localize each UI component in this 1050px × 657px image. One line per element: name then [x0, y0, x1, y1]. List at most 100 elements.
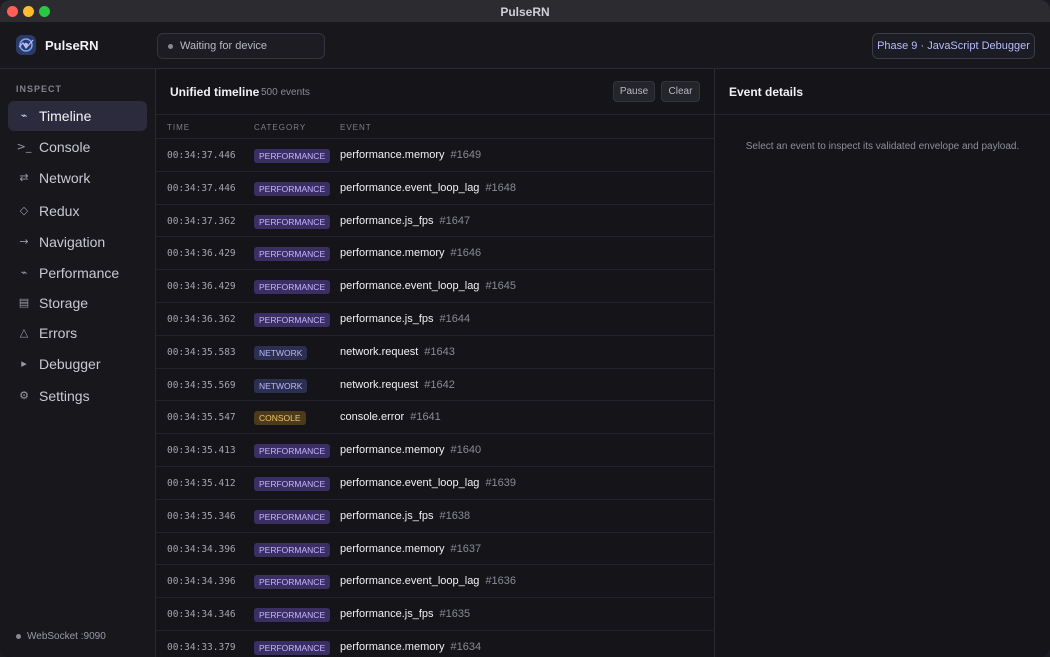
event-cell: performance.memory #1640 — [340, 444, 481, 456]
table-row[interactable]: 00:34:36.429 PERFORMANCE performance.event… — [156, 270, 715, 303]
event-time: 00:34:34.396 — [167, 576, 236, 588]
timeline-rows: 00:34:37.446 PERFORMANCE performance.memor… — [156, 139, 715, 657]
warning-icon: △ — [19, 326, 29, 339]
event-time: 00:34:35.346 — [167, 510, 236, 522]
event-cell: performance.memory #1637 — [340, 543, 481, 555]
event-cell: performance.js_fps #1635 — [340, 608, 470, 620]
table-row[interactable]: 00:34:36.362 PERFORMANCE performance.js_fp… — [156, 303, 715, 336]
details-title: Event details — [729, 85, 804, 99]
divider — [715, 114, 1050, 115]
sidebar-item-label: Timeline — [39, 108, 92, 124]
event-id: #1634 — [450, 640, 482, 653]
event-id: #1640 — [450, 444, 482, 457]
sidebar-item-label: Redux — [39, 203, 80, 219]
sidebar-item-label: Network — [39, 170, 91, 186]
device-status[interactable]: Waiting for device — [157, 33, 325, 59]
event-time: 00:34:36.429 — [167, 248, 236, 260]
arrows-icon: ⇄ — [19, 171, 29, 184]
event-name: performance.js_fps — [340, 608, 434, 621]
pulse-icon: ⌁ — [20, 109, 28, 122]
pause-button[interactable]: Pause — [613, 81, 655, 102]
table-row[interactable]: 00:34:37.362 PERFORMANCE performance.js_fp… — [156, 205, 715, 238]
table-row[interactable]: 00:34:35.413 PERFORMANCE performance.memor… — [156, 434, 715, 467]
event-name: performance.event_loop_lag — [340, 280, 480, 293]
sidebar-item-console[interactable]: >_ Console — [8, 132, 147, 162]
gear-icon: ⚙ — [19, 389, 29, 402]
event-time: 00:34:36.362 — [167, 313, 236, 325]
sidebar-item-network[interactable]: ⇄ Network — [8, 163, 147, 193]
table-row[interactable]: 00:34:35.346 PERFORMANCE performance.js_fp… — [156, 500, 715, 533]
category-badge: PERFORMANCE — [254, 312, 331, 327]
event-cell: performance.memory #1649 — [340, 149, 481, 161]
sidebar-item-redux[interactable]: ◇ Redux — [8, 196, 147, 226]
event-cell: console.error #1641 — [340, 411, 441, 423]
pulsern-logo-icon — [16, 35, 36, 55]
sidebar-item-timeline[interactable]: ⌁ Timeline — [8, 101, 147, 131]
timeline-title: Unified timeline — [170, 85, 260, 99]
storage-icon: ▤ — [18, 296, 30, 309]
window-title: PulseRN — [500, 5, 550, 19]
event-cell: performance.event_loop_lag #1648 — [340, 182, 516, 194]
category-badge: PERFORMANCE — [254, 247, 331, 262]
event-name: network.request — [340, 345, 419, 358]
event-name: network.request — [340, 378, 419, 391]
clear-button[interactable]: Clear — [661, 81, 700, 102]
device-status-text: Waiting for device — [180, 40, 268, 52]
table-row[interactable]: 00:34:35.547 CONSOLE console.error #1641 — [156, 401, 715, 435]
category-badge: PERFORMANCE — [254, 280, 331, 295]
event-cell: performance.js_fps #1647 — [340, 215, 470, 227]
event-name: performance.event_loop_lag — [340, 476, 480, 489]
table-row[interactable]: 00:34:34.396 PERFORMANCE performance.memor… — [156, 533, 715, 566]
event-time: 00:34:33.379 — [167, 641, 236, 653]
event-id: #1645 — [485, 280, 517, 293]
sidebar-item-label: Storage — [39, 295, 89, 311]
event-cell: performance.event_loop_lag #1639 — [340, 477, 516, 489]
table-row[interactable]: 00:34:34.346 PERFORMANCE performance.js_fp… — [156, 598, 715, 631]
sidebar-section-label: INSPECT — [16, 84, 63, 94]
event-id: #1646 — [450, 247, 482, 260]
table-row[interactable]: 00:34:35.583 NETWORK network.request #1643 — [156, 336, 715, 369]
sidebar-item-navigation[interactable]: → Navigation — [8, 227, 147, 257]
table-row[interactable]: 00:34:34.396 PERFORMANCE performance.event… — [156, 565, 715, 599]
event-id: #1639 — [485, 476, 517, 489]
event-name: performance.memory — [340, 640, 445, 653]
event-time: 00:34:35.413 — [167, 445, 236, 457]
sidebar-item-storage[interactable]: ▤ Storage — [8, 288, 147, 318]
event-name: performance.js_fps — [340, 312, 434, 325]
category-badge: PERFORMANCE — [254, 640, 331, 655]
event-time: 00:34:35.412 — [167, 477, 236, 489]
play-icon: ▸ — [21, 357, 27, 370]
event-cell: network.request #1642 — [340, 379, 455, 391]
event-id: #1642 — [424, 378, 455, 391]
app-window: PulseRN PulseRN Waiting for device Phase… — [0, 0, 1050, 657]
category-badge: PERFORMANCE — [254, 444, 331, 459]
websocket-status: WebSocket :9090 — [16, 631, 106, 642]
table-row[interactable]: 00:34:35.412 PERFORMANCE performance.event… — [156, 467, 715, 500]
category-badge: PERFORMANCE — [254, 149, 331, 163]
sidebar-item-settings[interactable]: ⚙ Settings — [8, 381, 147, 411]
sidebar-item-errors[interactable]: △ Errors — [8, 318, 147, 348]
phase-button[interactable]: Phase 9 · JavaScript Debugger — [872, 33, 1035, 59]
event-cell: performance.memory #1646 — [340, 247, 481, 259]
event-name: performance.memory — [340, 444, 445, 457]
event-cell: performance.memory #1634 — [340, 641, 481, 653]
table-row[interactable]: 00:34:37.446 PERFORMANCE performance.memor… — [156, 139, 715, 172]
sidebar-item-debugger[interactable]: ▸ Debugger — [8, 349, 147, 379]
event-time: 00:34:36.429 — [167, 281, 236, 293]
event-id: #1635 — [439, 608, 471, 621]
event-name: console.error — [340, 411, 405, 424]
event-id: #1649 — [450, 149, 482, 161]
sidebar-item-performance[interactable]: ⌁ Performance — [8, 258, 147, 288]
table-row[interactable]: 00:34:35.569 NETWORK network.request #1642 — [156, 369, 715, 402]
event-time: 00:34:35.547 — [167, 412, 236, 424]
category-badge: PERFORMANCE — [254, 476, 331, 491]
table-header: TIME CATEGORY EVENT — [156, 114, 715, 139]
event-time: 00:34:37.362 — [167, 215, 236, 227]
category-badge: PERFORMANCE — [254, 608, 331, 623]
status-dot-icon — [16, 633, 21, 639]
event-id: #1637 — [450, 542, 482, 555]
table-row[interactable]: 00:34:37.446 PERFORMANCE performance.event… — [156, 172, 715, 205]
pulse-icon: ⌁ — [20, 266, 28, 279]
table-row[interactable]: 00:34:36.429 PERFORMANCE performance.memor… — [156, 237, 715, 271]
table-row[interactable]: 00:34:33.379 PERFORMANCE performance.memor… — [156, 631, 715, 657]
